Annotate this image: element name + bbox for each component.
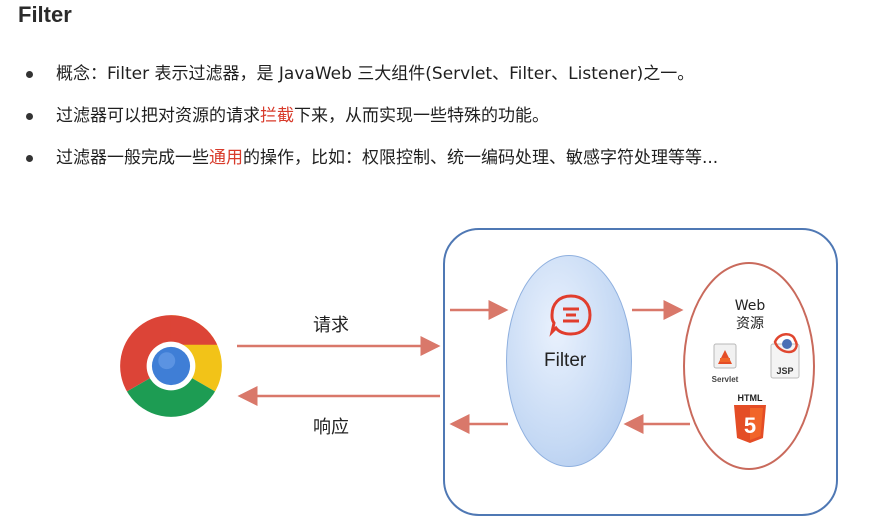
flow-arrows [237,300,690,434]
